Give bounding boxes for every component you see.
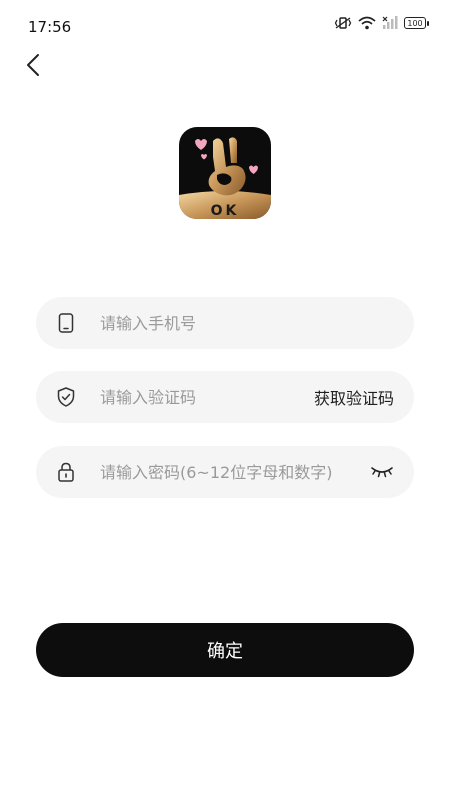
status-bar: 17:56 100	[0, 0, 450, 54]
shield-icon	[56, 387, 76, 407]
password-input[interactable]	[98, 461, 370, 483]
logo-text: OK	[211, 203, 240, 219]
code-field[interactable]: 获取验证码	[36, 371, 414, 423]
confirm-button[interactable]: 确定	[36, 623, 414, 677]
code-input[interactable]	[98, 386, 308, 408]
password-field[interactable]	[36, 446, 414, 498]
lock-icon	[56, 462, 76, 482]
get-code-button[interactable]: 获取验证码	[314, 385, 394, 409]
vibrate-icon	[334, 16, 352, 30]
app-logo: OK	[179, 127, 271, 219]
back-button[interactable]	[18, 52, 48, 82]
status-time: 17:56	[28, 18, 72, 36]
eye-closed-icon[interactable]	[370, 463, 394, 481]
chevron-left-icon	[26, 53, 40, 81]
status-icons: 100	[334, 16, 429, 30]
phone-icon	[56, 313, 76, 333]
battery-icon: 100	[404, 17, 429, 29]
phone-input[interactable]	[98, 312, 394, 334]
phone-field[interactable]	[36, 297, 414, 349]
signal-icon	[382, 16, 398, 30]
wifi-icon	[358, 16, 376, 30]
